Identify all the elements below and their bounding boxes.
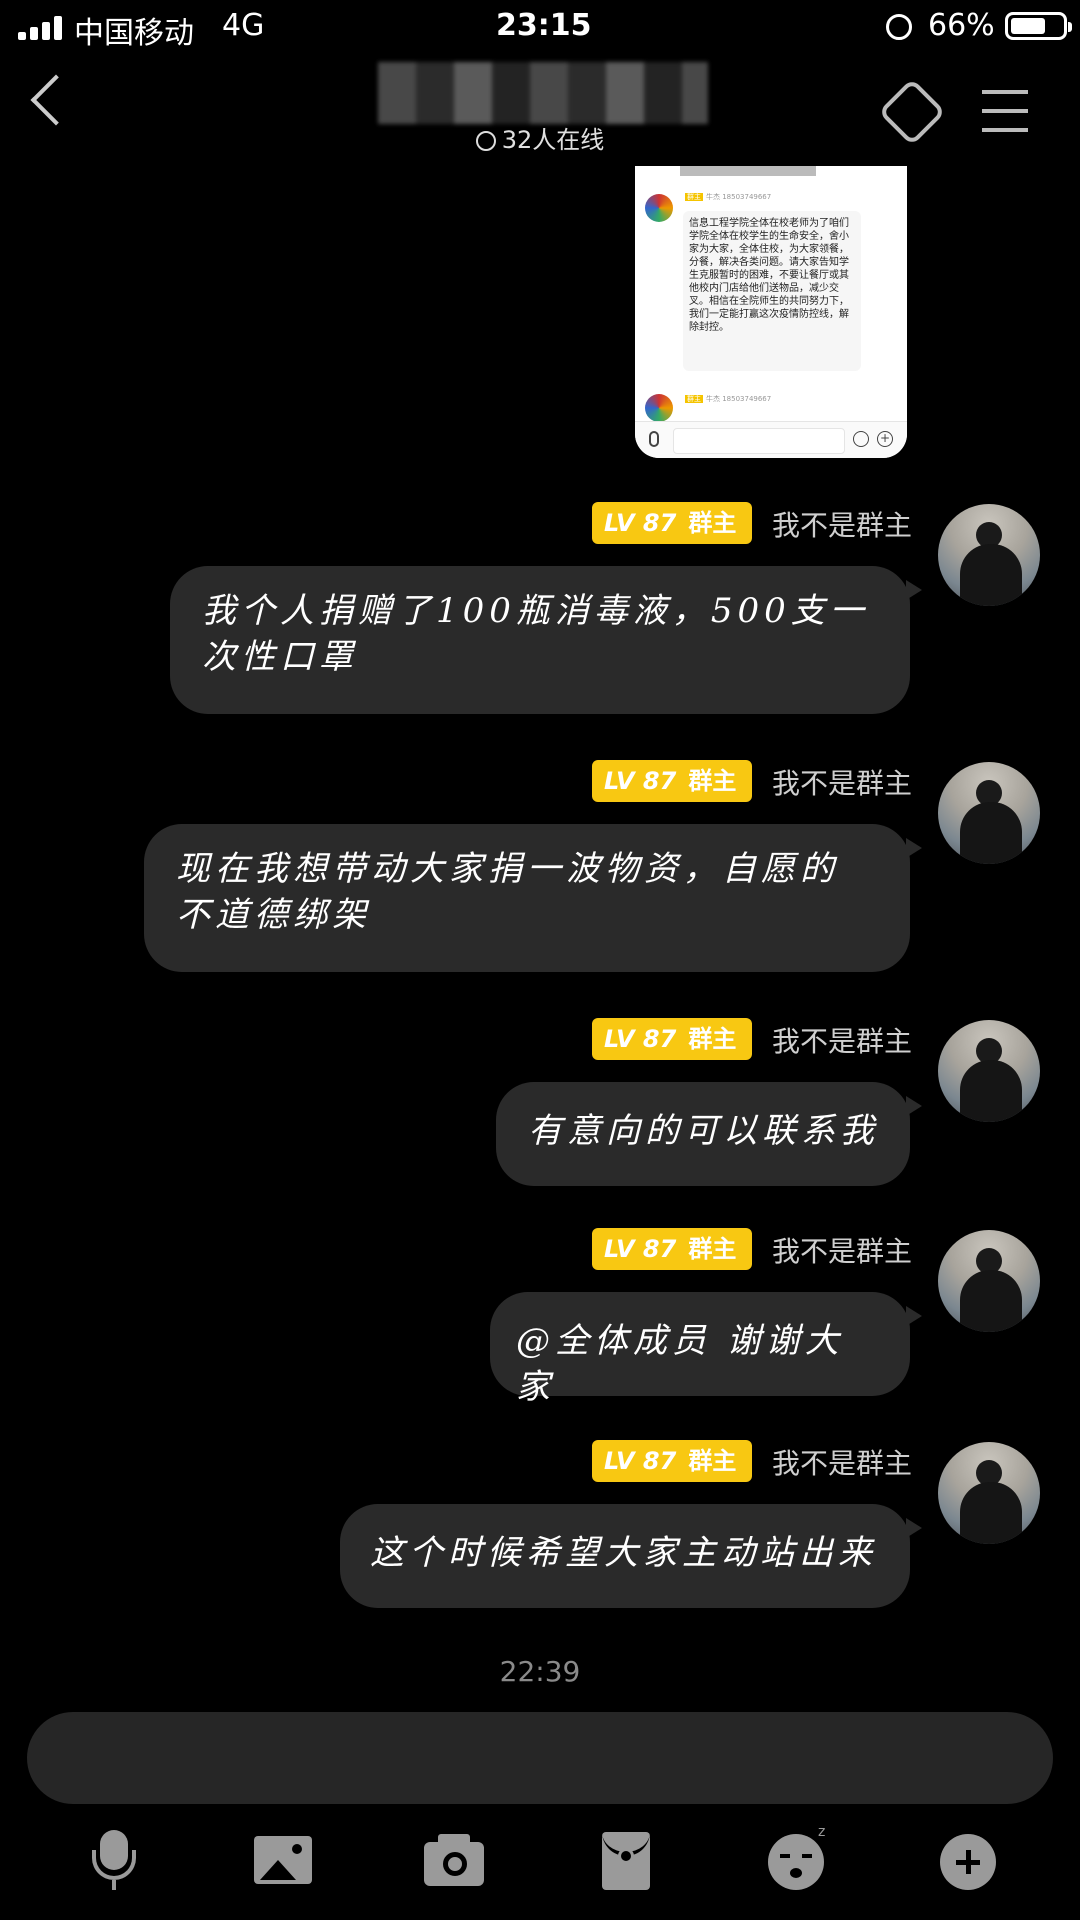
status-bar: 中国移动 4G 23:15 66%: [0, 0, 1080, 56]
avatar: [645, 394, 673, 422]
level-badge: LV 87 群主: [592, 1018, 752, 1060]
sender-phone: 牛杰 18503749667: [706, 193, 772, 201]
message-input[interactable]: [27, 1712, 1053, 1804]
emoji-icon: [853, 431, 869, 447]
plus-icon: +: [877, 431, 893, 447]
level-badge: LV 87 群主: [592, 1228, 752, 1270]
message-bubble[interactable]: 有意向的可以联系我: [496, 1082, 922, 1186]
sender-phone: 牛杰 18503749667: [706, 395, 772, 403]
message-bubble[interactable]: 现在我想带动大家捐一波物资，自愿的 不道德绑架: [144, 824, 922, 972]
image-icon[interactable]: [254, 1830, 314, 1890]
sender-info: LV 87 群主 我不是群主: [592, 502, 932, 544]
red-packet-icon[interactable]: [596, 1830, 656, 1890]
message-text: @全体成员 谢谢大家: [516, 1321, 844, 1407]
emoji-icon[interactable]: z: [768, 1824, 828, 1890]
rotation-lock-icon: [886, 14, 912, 40]
message-text: 有意向的可以联系我: [528, 1111, 879, 1151]
sender-name: 我不是群主: [772, 767, 913, 800]
avatar[interactable]: [938, 504, 1040, 606]
camera-icon[interactable]: [424, 1830, 484, 1890]
sender-info: LV 87 群主 我不是群主: [592, 1440, 932, 1482]
plus-icon[interactable]: [938, 1830, 998, 1890]
microphone-icon: [649, 431, 659, 447]
sender-name: 我不是群主: [772, 1025, 913, 1058]
avatar: [645, 194, 673, 222]
role-badge: 群主: [685, 193, 703, 201]
avatar[interactable]: [938, 762, 1040, 864]
sender-info: LV 87 群主 我不是群主: [592, 1228, 932, 1270]
message-text: 信息工程学院全体在校老师为了咱们学院全体在校学生的生命安全，舍小家为大家，全体住…: [683, 211, 861, 371]
avatar[interactable]: [938, 1230, 1040, 1332]
carrier-label: 中国移动: [74, 16, 194, 51]
clock: 23:15: [496, 8, 592, 43]
sender-info: LV 87 群主 我不是群主: [592, 1018, 932, 1060]
shared-screenshot-image[interactable]: 群主 牛杰 18503749667 信息工程学院全体在校老师为了咱们学院全体在校学…: [635, 166, 907, 458]
sender-name: 我不是群主: [772, 509, 913, 542]
message-text: 这个时候希望大家主动站出来: [370, 1533, 877, 1573]
sender-name: 我不是群主: [772, 1235, 913, 1268]
battery-icon: [1005, 12, 1072, 40]
chevron-down-icon: [475, 131, 496, 151]
role-badge: 群主: [685, 395, 703, 403]
message-text: 我个人捐赠了100瓶消毒液，500支一次性口罩: [202, 591, 869, 677]
input-bar: +: [635, 421, 907, 458]
avatar[interactable]: [938, 1442, 1040, 1544]
network-label: 4G: [222, 8, 265, 43]
group-title-blurred: [378, 62, 708, 124]
level-badge: LV 87 群主: [592, 1440, 752, 1482]
message-bubble[interactable]: 这个时候希望大家主动站出来: [340, 1504, 922, 1608]
menu-icon[interactable]: [982, 90, 1028, 132]
battery-percent: 66%: [928, 8, 995, 43]
sender-info: LV 87 群主 我不是群主: [592, 760, 932, 802]
message-bubble[interactable]: @全体成员 谢谢大家: [490, 1292, 922, 1407]
timestamp: 22:39: [499, 1655, 581, 1688]
signal-icon: [18, 16, 64, 40]
message-text: 现在我想带动大家捐一波物资，自愿的 不道德绑架: [176, 849, 839, 935]
sender-name: 我不是群主: [772, 1447, 913, 1480]
back-icon[interactable]: [30, 74, 82, 126]
level-badge: LV 87 群主: [592, 760, 752, 802]
message-bubble[interactable]: 我个人捐赠了100瓶消毒液，500支一次性口罩: [170, 566, 922, 714]
avatar[interactable]: [938, 1020, 1040, 1122]
microphone-icon[interactable]: [84, 1830, 144, 1890]
level-badge: LV 87 群主: [592, 502, 752, 544]
